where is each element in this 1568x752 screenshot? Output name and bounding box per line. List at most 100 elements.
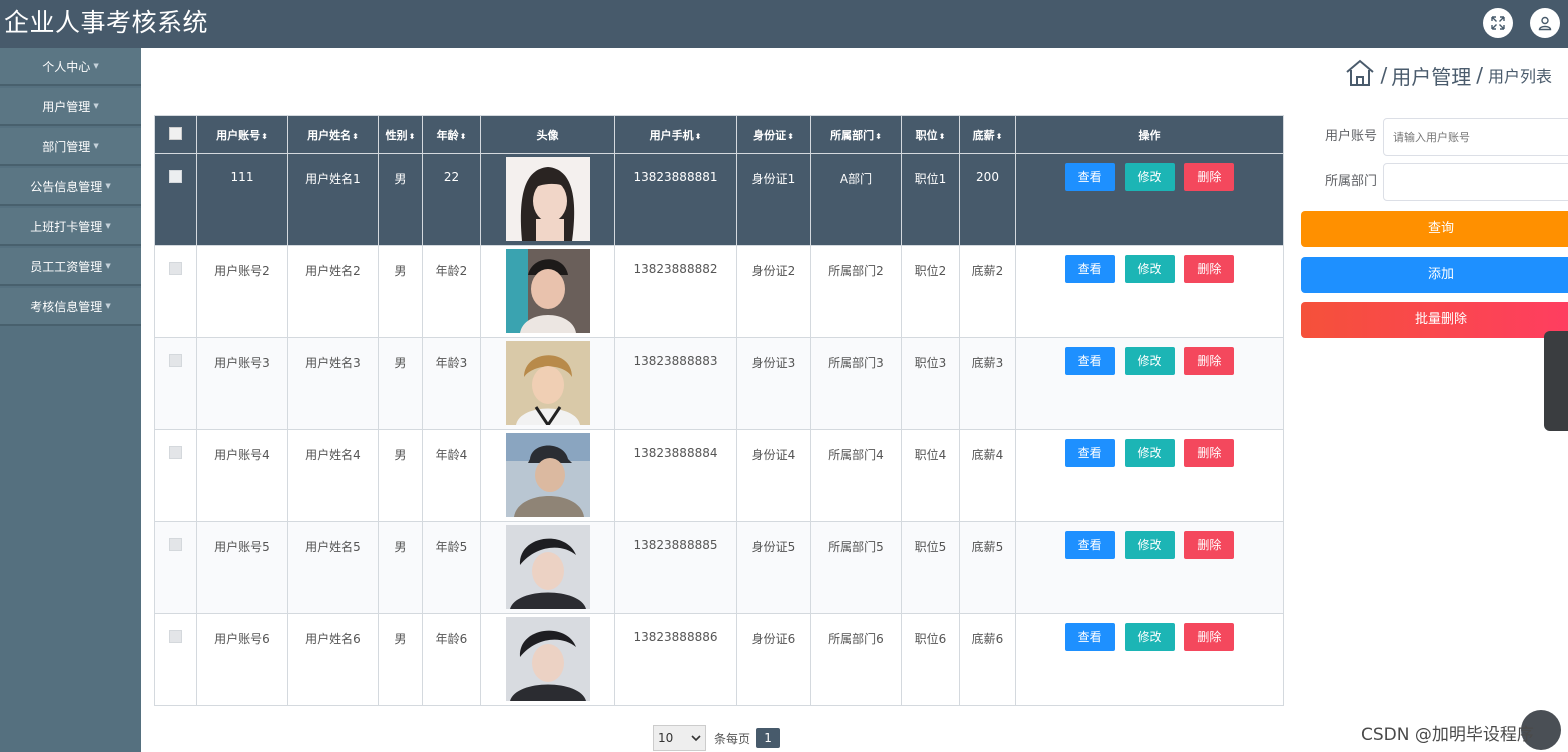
side-drawer-tab[interactable] [1544,331,1568,431]
sort-icon: ⬍ [787,131,794,141]
caret-down-icon: ▼ [105,302,111,310]
column-header-phone[interactable]: 用户手机⬍ [614,115,737,154]
sidebar-item-label: 个人中心 [42,59,91,74]
cell-actions: 查看 修改 删除 [1015,429,1284,522]
sidebar-item-user-management[interactable]: 用户管理 ▼ [0,88,141,126]
row-checkbox-cell [154,521,197,614]
cell-position: 职位2 [901,245,960,338]
batch-delete-button[interactable]: 批量删除 [1301,302,1568,338]
edit-button[interactable]: 修改 [1124,439,1175,467]
table-row[interactable]: 111 用户姓名1 男 22 13823888881 身份证1 A部门 职位1 … [154,153,1284,246]
row-checkbox[interactable] [169,354,182,367]
select-all-cell [154,115,197,154]
delete-button[interactable]: 删除 [1184,623,1235,651]
column-header-gender[interactable]: 性别⬍ [378,115,423,154]
sort-icon: ⬍ [694,131,702,141]
row-checkbox[interactable] [169,538,182,551]
cell-avatar [480,337,615,430]
row-checkbox[interactable] [169,630,182,643]
avatar [505,341,590,425]
cell-account: 用户账号5 [196,521,288,614]
cell-gender: 男 [378,153,423,246]
sidebar-item-attendance-management[interactable]: 上班打卡管理 ▼ [0,208,141,246]
department-search-row: 所属部门 [1302,163,1568,201]
cell-age: 年龄4 [422,429,481,522]
column-header-salary[interactable]: 底薪⬍ [959,115,1016,154]
cell-salary: 200 [959,153,1016,246]
delete-button[interactable]: 删除 [1184,531,1235,559]
delete-button[interactable]: 删除 [1184,347,1235,375]
row-checkbox[interactable] [169,446,182,459]
edit-button[interactable]: 修改 [1124,163,1175,191]
sort-icon: ⬍ [995,131,1003,141]
edit-button[interactable]: 修改 [1124,623,1175,651]
row-checkbox-cell [154,153,197,246]
cell-phone: 13823888886 [614,613,737,706]
delete-button[interactable]: 删除 [1184,439,1235,467]
edit-button[interactable]: 修改 [1124,255,1175,283]
column-header-actions: 操作 [1015,115,1284,154]
cell-department: 所属部门6 [810,613,902,706]
fullscreen-icon[interactable] [1483,8,1513,38]
column-header-name[interactable]: 用户姓名⬍ [287,115,379,154]
breadcrumb-separator: / [1476,63,1483,87]
table-row[interactable]: 用户账号6 用户姓名6 男 年龄6 13823888886 身份证6 所属部门6… [154,613,1284,706]
row-checkbox-cell [154,245,197,338]
column-header-age[interactable]: 年龄⬍ [422,115,481,154]
sidebar-item-announcement-management[interactable]: 公告信息管理 ▼ [0,168,141,206]
page-size-select[interactable]: 10 [653,725,706,751]
row-checkbox[interactable] [169,170,182,183]
page-number-button[interactable]: 1 [756,728,781,748]
cell-gender: 男 [378,521,423,614]
column-header-department[interactable]: 所属部门⬍ [810,115,902,154]
edit-button[interactable]: 修改 [1124,531,1175,559]
account-search-input[interactable] [1383,118,1568,156]
table-row[interactable]: 用户账号5 用户姓名5 男 年龄5 13823888885 身份证5 所属部门5… [154,521,1284,614]
view-button[interactable]: 查看 [1064,347,1115,375]
department-search-input[interactable] [1383,163,1568,201]
column-header-position[interactable]: 职位⬍ [901,115,960,154]
cell-age: 22 [422,153,481,246]
cell-gender: 男 [378,429,423,522]
sidebar-item-department-management[interactable]: 部门管理 ▼ [0,128,141,166]
sort-icon: ⬍ [408,131,416,141]
view-button[interactable]: 查看 [1064,163,1115,191]
table-row[interactable]: 用户账号3 用户姓名3 男 年龄3 13823888883 身份证3 所属部门3… [154,337,1284,430]
delete-button[interactable]: 删除 [1184,255,1235,283]
edit-button[interactable]: 修改 [1124,347,1175,375]
cell-avatar [480,429,615,522]
sort-icon: ⬍ [875,131,882,141]
account-search-row: 用户账号 [1302,118,1568,156]
view-button[interactable]: 查看 [1064,255,1115,283]
caret-down-icon: ▼ [105,262,111,270]
cell-age: 年龄6 [422,613,481,706]
row-checkbox[interactable] [169,262,182,275]
user-icon[interactable] [1530,8,1560,38]
breadcrumb-section[interactable]: 用户管理 [1391,61,1471,90]
sidebar-item-personal-center[interactable]: 个人中心 ▼ [0,48,141,86]
query-button[interactable]: 查询 [1301,211,1568,247]
table-row[interactable]: 用户账号2 用户姓名2 男 年龄2 13823888882 身份证2 所属部门2… [154,245,1284,338]
view-button[interactable]: 查看 [1064,531,1115,559]
cell-name: 用户姓名1 [287,153,379,246]
sidebar-item-label: 部门管理 [42,139,91,154]
cell-actions: 查看 修改 删除 [1015,521,1284,614]
view-button[interactable]: 查看 [1064,623,1115,651]
column-header-id-card[interactable]: 身份证⬍ [736,115,811,154]
view-button[interactable]: 查看 [1064,439,1115,467]
select-all-checkbox[interactable] [169,126,182,140]
sort-icon: ⬍ [261,131,268,141]
cell-actions: 查看 修改 删除 [1015,153,1284,246]
breadcrumb-separator: / [1380,63,1388,87]
delete-button[interactable]: 删除 [1184,163,1235,191]
cell-avatar [480,613,615,706]
add-button[interactable]: 添加 [1301,257,1568,293]
home-icon[interactable] [1345,59,1375,91]
sidebar-item-assessment-management[interactable]: 考核信息管理 ▼ [0,288,141,326]
table-row[interactable]: 用户账号4 用户姓名4 男 年龄4 13823888884 身份证4 所属部门4… [154,429,1284,522]
sidebar-item-salary-management[interactable]: 员工工资管理 ▼ [0,248,141,286]
cell-actions: 查看 修改 删除 [1015,613,1284,706]
cell-account: 用户账号6 [196,613,288,706]
avatar [505,157,590,241]
column-header-account[interactable]: 用户账号⬍ [196,115,288,154]
